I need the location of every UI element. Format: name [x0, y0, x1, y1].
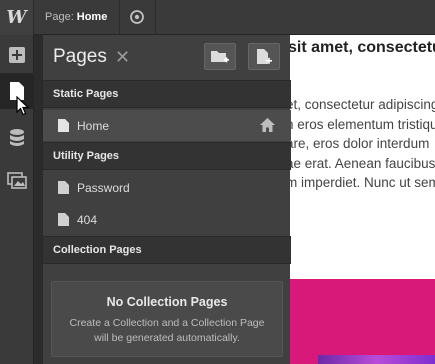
divider	[155, 0, 156, 35]
section-label: Collection Pages	[53, 244, 142, 256]
page-name: 404	[77, 213, 98, 227]
home-icon	[260, 118, 275, 132]
empty-collection-notice: No Collection Pages Create a Collection …	[51, 281, 283, 357]
page-item-404[interactable]: 404	[43, 204, 291, 235]
page-name: Home	[76, 11, 108, 23]
page-plus-icon	[257, 48, 272, 64]
page-name: Password	[77, 181, 130, 195]
cms-button[interactable]	[0, 120, 34, 156]
new-page-button[interactable]	[248, 43, 280, 70]
folder-plus-icon	[211, 50, 229, 62]
canvas-heading: sit amet, consectetur	[290, 39, 435, 56]
section-utility-pages: Utility Pages	[43, 142, 291, 170]
canvas-line: m imperdiet. Nunc ut sem	[290, 175, 435, 190]
canvas-paragraph: et, consectetur adipiscing n eros elemen…	[290, 95, 435, 193]
page-icon	[58, 181, 69, 194]
assets-button[interactable]	[0, 162, 34, 198]
plus-icon	[9, 47, 25, 63]
page-icon	[58, 119, 69, 132]
add-elements-button[interactable]	[0, 37, 34, 73]
canvas-image-detail	[318, 355, 435, 364]
page-item-password[interactable]: Password	[43, 172, 291, 203]
top-bar: W Page: Home	[0, 0, 435, 35]
webflow-logo[interactable]: W	[0, 0, 34, 35]
close-icon[interactable]: ✕	[115, 47, 130, 68]
page-name: Home	[77, 119, 110, 133]
page-label: Page:	[45, 11, 74, 23]
canvas-line: et, consectetur adipiscing	[290, 97, 435, 112]
new-folder-button[interactable]	[204, 43, 236, 70]
page-breadcrumb[interactable]: Page: Home	[45, 11, 107, 23]
database-icon	[10, 129, 24, 146]
preview-eye-icon[interactable]	[128, 9, 146, 25]
canvas-hero-image	[290, 279, 435, 364]
canvas-line: are, eros dolor interdum	[290, 136, 430, 151]
design-canvas[interactable]: sit amet, consectetur et, consectetur ad…	[290, 35, 435, 364]
canvas-line: n eros elementum tristique.	[290, 116, 435, 132]
section-label: Utility Pages	[53, 150, 120, 162]
panel-title: Pages	[53, 46, 107, 67]
divider	[119, 0, 120, 35]
page-icon	[58, 213, 69, 226]
empty-description: Create a Collection and a Collection Pag…	[69, 317, 265, 344]
panel-header: Pages ✕	[43, 35, 291, 80]
pages-panel: Pages ✕ Static Pages Home Utility Pages …	[42, 35, 291, 364]
empty-title: No Collection Pages	[106, 295, 228, 309]
section-label: Static Pages	[53, 88, 119, 100]
left-toolbar	[0, 35, 34, 364]
images-icon	[7, 172, 27, 189]
page-item-home[interactable]: Home	[43, 110, 291, 141]
section-collection-pages: Collection Pages	[43, 236, 291, 264]
canvas-line: ae erat. Aenean faucibus	[290, 155, 435, 171]
section-static-pages: Static Pages	[43, 80, 291, 108]
mouse-cursor-icon	[16, 96, 30, 116]
